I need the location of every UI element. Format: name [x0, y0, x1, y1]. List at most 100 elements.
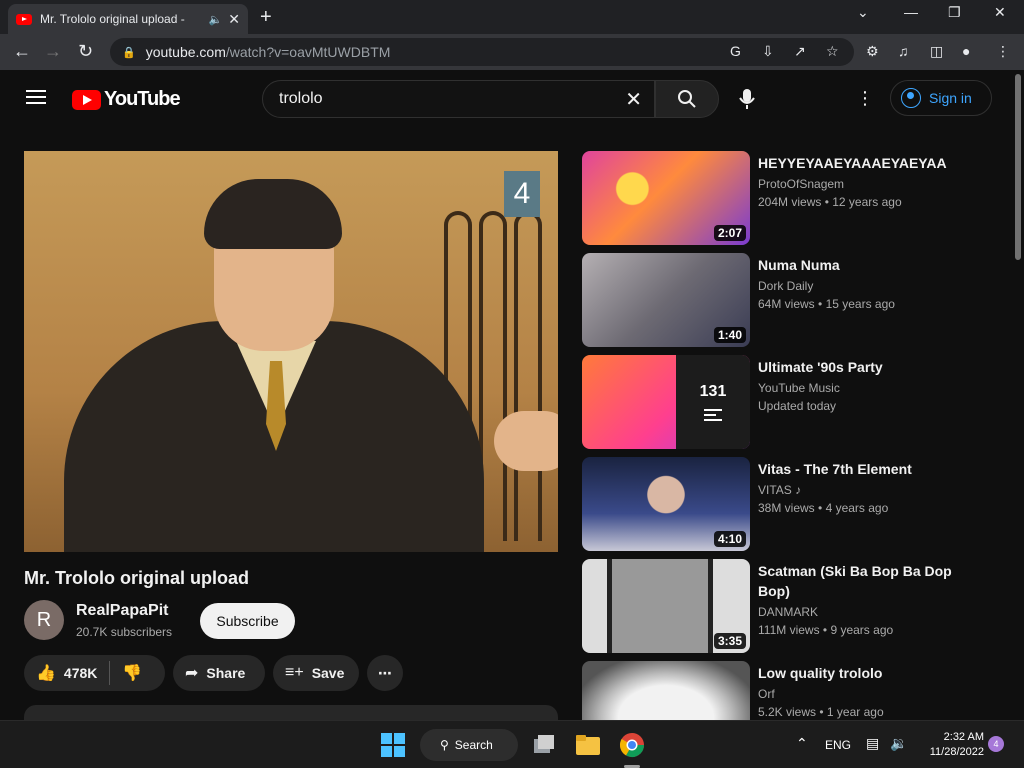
video-thumbnail[interactable]: 4:10 [582, 457, 750, 551]
windows-start-icon[interactable] [381, 733, 405, 757]
video-duration: 2:07 [713, 225, 746, 241]
scrollbar-thumb[interactable] [1015, 74, 1021, 260]
channel-name[interactable]: RealPapaPit [76, 602, 168, 620]
close-tab-icon[interactable]: ✕ [228, 11, 240, 28]
speaker-icon[interactable]: 🔈 [209, 13, 223, 26]
profile-icon[interactable]: ● [962, 43, 970, 59]
show-hidden-icons-icon[interactable]: ⌃ [796, 735, 808, 752]
tab-title: Mr. Trololo original upload - [40, 12, 185, 26]
more-actions-button[interactable]: ⋯ [367, 655, 403, 691]
install-app-icon[interactable]: ⇩ [762, 43, 774, 60]
recommended-video[interactable]: 1:40 Numa Numa Dork Daily 64M views • 15… [582, 253, 962, 347]
channel-avatar[interactable]: R [24, 600, 64, 640]
bookmark-star-icon[interactable]: ☆ [826, 43, 839, 60]
clear-search-icon[interactable]: ✕ [625, 87, 642, 112]
video-duration: 3:35 [713, 633, 746, 649]
system-clock[interactable]: 2:32 AM 11/28/2022 [914, 730, 984, 760]
save-playlist-icon: ≡+ [285, 664, 304, 681]
restore-icon[interactable]: ❐ [948, 4, 961, 21]
tab-search-icon[interactable]: ⌄ [857, 4, 869, 21]
save-button[interactable]: ≡+ Save [273, 655, 359, 691]
page-scrollbar[interactable] [1012, 70, 1024, 720]
channel-name[interactable]: VITAS ♪ [758, 483, 801, 497]
search-query: trololo [279, 90, 323, 107]
playlist-thumbnail[interactable]: 131 [582, 355, 750, 449]
back-icon[interactable]: ← [13, 41, 31, 62]
video-thumbnail[interactable] [582, 661, 750, 720]
channel-name[interactable]: ProtoOfSnagem [758, 177, 844, 191]
volume-icon[interactable]: 🔉 [890, 735, 907, 752]
media-control-icon[interactable]: ♫ [898, 43, 909, 59]
lock-icon[interactable]: 🔒 [122, 46, 136, 59]
view-count: 111M views [758, 623, 820, 637]
upload-age: 12 years ago [832, 195, 902, 209]
video-title[interactable]: Low quality trololo [758, 663, 958, 683]
channel-name[interactable]: Orf [758, 687, 775, 701]
notification-badge[interactable]: 4 [988, 736, 1004, 752]
close-window-icon[interactable]: ✕ [994, 4, 1006, 21]
video-title[interactable]: Vitas - The 7th Element [758, 459, 958, 479]
recommended-video[interactable]: 4:10 Vitas - The 7th Element VITAS ♪ 38M… [582, 457, 962, 551]
channel-name-text: VITAS [758, 483, 792, 497]
taskbar-search-button[interactable]: ⚲ Search [420, 729, 518, 761]
view-count: 38M views [758, 501, 815, 515]
video-thumbnail[interactable]: 2:07 [582, 151, 750, 245]
share-label: Share [206, 665, 246, 681]
input-language[interactable]: ENG [825, 738, 851, 752]
playlist-title[interactable]: Ultimate '90s Party [758, 357, 958, 377]
video-meta: 111M views • 9 years ago [758, 623, 894, 637]
video-title: Mr. Trololo original upload [24, 568, 249, 588]
guide-menu-icon[interactable] [26, 90, 46, 104]
clock-date: 11/28/2022 [929, 746, 984, 758]
video-title[interactable]: HEYYEYAAEYAAAEYAEYAA [758, 153, 958, 173]
sign-in-button[interactable]: Sign in [890, 80, 992, 116]
search-input[interactable]: trololo ✕ [262, 80, 655, 118]
recommended-playlist[interactable]: 131 Ultimate '90s Party YouTube Music Up… [582, 355, 962, 449]
video-title[interactable]: Scatman (Ski Ba Bop Ba Dop Bop) [758, 561, 958, 601]
subscribe-button[interactable]: Subscribe [200, 603, 295, 639]
sign-in-label: Sign in [929, 90, 972, 106]
network-icon[interactable]: ▤ [866, 735, 879, 752]
share-page-icon[interactable]: ↗ [794, 43, 806, 60]
task-view-icon[interactable] [532, 733, 556, 757]
extensions-icon[interactable]: ⚙ [866, 43, 879, 60]
side-panel-icon[interactable]: ◫ [930, 43, 943, 60]
forward-icon[interactable]: → [44, 41, 62, 62]
search-button[interactable] [655, 80, 719, 118]
recommended-video[interactable]: 3:35 Scatman (Ski Ba Bop Ba Dop Bop) DAN… [582, 559, 962, 653]
share-button[interactable]: ➦ Share [173, 655, 265, 691]
chrome-icon[interactable] [619, 732, 645, 758]
browser-tab-active[interactable]: Mr. Trololo original upload - 🔈 ✕ [8, 4, 248, 34]
google-lens-icon[interactable]: G [730, 43, 741, 59]
playlist-count-pane: 131 [676, 355, 750, 449]
channel-name[interactable]: YouTube Music [758, 381, 840, 395]
like-icon[interactable]: 👍 [36, 663, 56, 683]
channel-name[interactable]: Dork Daily [758, 279, 813, 293]
upload-age: 15 years ago [825, 297, 895, 311]
recommended-video[interactable]: Low quality trololo Orf 5.2K views • 1 y… [582, 661, 962, 720]
settings-kebab-icon[interactable]: ⋮ [856, 88, 874, 109]
taskbar-search-label: Search [454, 738, 493, 752]
video-player[interactable]: 4 [24, 151, 558, 552]
like-count[interactable]: 478K [64, 665, 97, 681]
new-tab-icon[interactable]: + [260, 6, 272, 29]
voice-search-button[interactable] [732, 84, 762, 114]
video-title[interactable]: Numa Numa [758, 255, 958, 275]
url-path: /watch?v=oavMtUWDBTM [225, 44, 391, 60]
dislike-icon[interactable]: 👎 [122, 663, 142, 683]
reload-icon[interactable]: ↻ [78, 41, 93, 62]
channel-number-sign: 4 [504, 171, 540, 217]
file-explorer-icon[interactable] [575, 733, 601, 757]
video-meta: 64M views • 15 years ago [758, 297, 895, 311]
video-thumbnail[interactable]: 1:40 [582, 253, 750, 347]
clock-time: 2:32 AM [943, 731, 984, 743]
channel-name[interactable]: DANMARK [758, 605, 818, 619]
youtube-logo[interactable]: YouTube [72, 88, 181, 111]
share-icon: ➦ [185, 665, 199, 682]
more-horizontal-icon: ⋯ [378, 664, 392, 681]
address-bar[interactable]: 🔒 youtube.com/watch?v=oavMtUWDBTM [110, 38, 854, 66]
recommended-video[interactable]: 2:07 HEYYEYAAEYAAAEYAEYAA ProtoOfSnagem … [582, 151, 962, 245]
browser-menu-icon[interactable]: ⋮ [996, 43, 1010, 60]
minimize-icon[interactable]: — [904, 4, 918, 20]
video-thumbnail[interactable]: 3:35 [582, 559, 750, 653]
